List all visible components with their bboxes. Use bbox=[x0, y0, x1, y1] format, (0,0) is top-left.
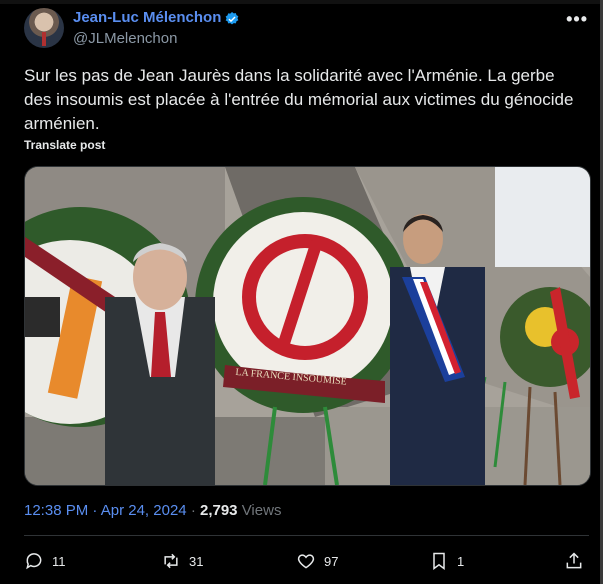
tweet-meta: 12:38 PM · Apr 24, 2024 · 2,793 Views bbox=[24, 502, 281, 519]
verified-badge-icon bbox=[225, 12, 239, 25]
avatar-tie bbox=[42, 32, 46, 46]
heart-icon bbox=[297, 554, 315, 569]
views-label: Views bbox=[241, 502, 282, 519]
more-dots-icon[interactable]: ••• bbox=[566, 9, 588, 30]
translate-post-link[interactable]: Translate post bbox=[24, 138, 105, 152]
bookmark-icon bbox=[433, 552, 445, 570]
like-button[interactable]: 97 bbox=[296, 548, 338, 574]
window-top-edge bbox=[0, 0, 603, 4]
reply-count: 11 bbox=[52, 553, 66, 569]
share-icon bbox=[566, 552, 582, 569]
author-name[interactable]: Jean-Luc Mélenchon bbox=[73, 9, 221, 26]
repost-count: 31 bbox=[189, 553, 204, 569]
repost-button[interactable]: 31 bbox=[161, 548, 203, 574]
photo-illustration: LA FRANCE INSOUMISE bbox=[25, 167, 590, 485]
tweet-text: Sur les pas de Jean Jaurès dans la solid… bbox=[24, 66, 574, 133]
bookmark-count: 1 bbox=[457, 553, 465, 569]
tweet-date[interactable]: Apr 24, 2024 bbox=[101, 502, 187, 519]
meta-separator-2: · bbox=[190, 502, 196, 519]
meta-separator: · bbox=[92, 502, 98, 519]
bookmark-button[interactable]: 1 bbox=[429, 548, 464, 574]
reply-button[interactable]: 11 bbox=[24, 548, 66, 574]
action-bar: 11 31 97 1 bbox=[24, 548, 589, 574]
tweet-photo[interactable]: LA FRANCE INSOUMISE bbox=[24, 166, 591, 486]
reply-icon bbox=[26, 553, 42, 570]
repost-icon bbox=[164, 553, 178, 569]
tweet-time[interactable]: 12:38 PM bbox=[24, 502, 88, 519]
views-count: 2,793 bbox=[199, 502, 238, 519]
share-button[interactable] bbox=[564, 548, 592, 574]
divider bbox=[24, 535, 589, 536]
author-handle[interactable]: @JLMelenchon bbox=[73, 30, 177, 47]
tweet-header: Jean-Luc Mélenchon @JLMelenchon ••• bbox=[24, 8, 592, 48]
like-count: 97 bbox=[324, 553, 339, 569]
avatar[interactable] bbox=[24, 8, 64, 48]
